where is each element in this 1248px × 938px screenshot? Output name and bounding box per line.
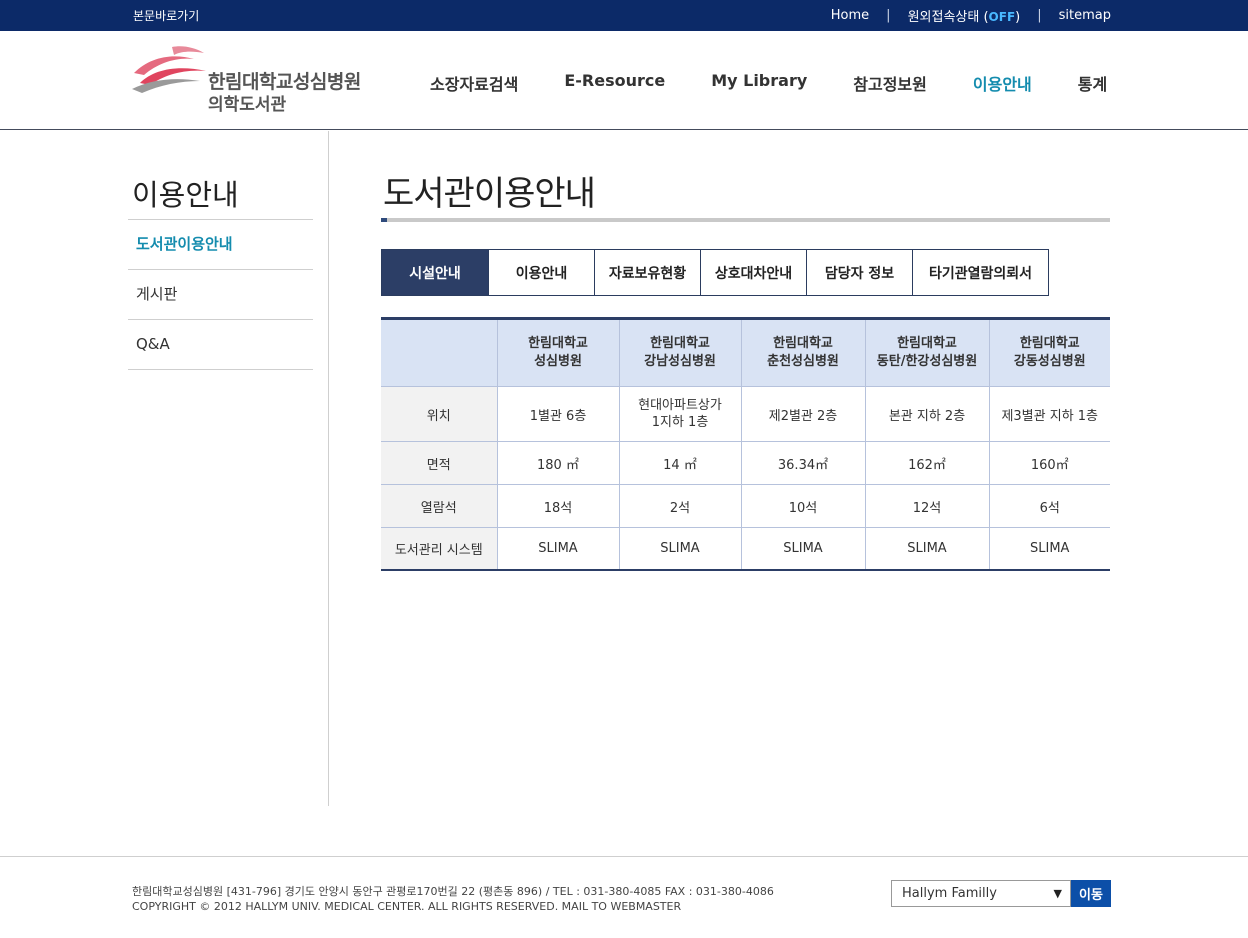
global-nav: 소장자료검색 E-Resource My Library 참고정보원 이용안내 … — [430, 71, 1107, 95]
title-underline — [381, 218, 1110, 222]
table-cell: SLIMA — [619, 527, 742, 570]
table-cell: 제2별관 2층 — [741, 386, 866, 442]
nav-item-usage-guide[interactable]: 이용안내 — [973, 71, 1032, 95]
table-cell: 12석 — [865, 484, 990, 528]
column-header: 한림대학교동탄/한강성심병원 — [865, 318, 990, 387]
sidebar-title: 이용안내 — [132, 178, 239, 212]
table-row: 열람석 18석 2석 10석 12석 6석 — [381, 484, 1110, 528]
page-title: 도서관이용안내 — [383, 174, 596, 214]
header-line: 강남성심병원 — [644, 354, 716, 369]
header-line: 한림대학교 — [773, 336, 833, 351]
remote-access-label: 원외접속상태 — [907, 10, 980, 25]
table-row: 면적 180 ㎡ 14 ㎡ 36.34㎡ 162㎡ 160㎡ — [381, 441, 1110, 485]
table-cell: 6석 — [989, 484, 1110, 528]
table-header-row: 한림대학교성심병원 한림대학교강남성심병원 한림대학교춘천성심병원 한림대학교동… — [381, 318, 1110, 387]
table-cell: SLIMA — [497, 527, 620, 570]
table-row: 도서관리 시스템 SLIMA SLIMA SLIMA SLIMA SLIMA — [381, 527, 1110, 570]
header-line: 한림대학교 — [897, 336, 957, 351]
divider: | — [1037, 8, 1042, 23]
header-line: 동탄/한강성심병원 — [876, 354, 978, 369]
row-label: 면적 — [381, 441, 498, 485]
row-label: 열람석 — [381, 484, 498, 528]
sidebar-menu: 도서관이용안내 게시판 Q&A — [128, 219, 313, 370]
table-cell: 14 ㎡ — [619, 441, 742, 485]
hallym-logo-icon — [132, 46, 206, 93]
table-cell: 160㎡ — [989, 441, 1110, 485]
home-link[interactable]: Home — [831, 8, 869, 23]
tab-interlibrary-loan[interactable]: 상호대차안내 — [701, 249, 807, 296]
table-row: 위치 1별관 6층 현대아파트상가 1지하 1층 제2별관 2층 본관 지하 2… — [381, 386, 1110, 442]
utility-links: Home | 원외접속상태 (OFF) | sitemap — [831, 6, 1111, 25]
nav-item-collection-search[interactable]: 소장자료검색 — [430, 71, 518, 95]
title-underline-accent — [381, 218, 387, 222]
nav-item-statistics[interactable]: 통계 — [1078, 71, 1107, 95]
nav-item-my-library[interactable]: My Library — [711, 71, 807, 95]
footer: 한림대학교성심병원 [431-796] 경기도 안양시 동안구 관평로170번길… — [0, 856, 1248, 938]
sidebar-item-library-guide[interactable]: 도서관이용안내 — [128, 220, 313, 270]
facilities-table: 한림대학교성심병원 한림대학교강남성심병원 한림대학교춘천성심병원 한림대학교동… — [381, 317, 1110, 571]
family-site-select[interactable]: Hallym Familly ▼ — [891, 880, 1071, 907]
column-header: 한림대학교춘천성심병원 — [741, 318, 866, 387]
nav-item-references[interactable]: 참고정보원 — [853, 71, 927, 95]
table-cell: 2석 — [619, 484, 742, 528]
library-logo[interactable]: 한림대학교성심병원 의학도서관 — [132, 43, 382, 115]
logo-library-name: 의학도서관 — [208, 95, 287, 115]
table-cell: SLIMA — [741, 527, 866, 570]
footer-address: 한림대학교성심병원 [431-796] 경기도 안양시 동안구 관평로170번길… — [132, 885, 774, 898]
tab-staff-info[interactable]: 담당자 정보 — [807, 249, 913, 296]
table-cell: 36.34㎡ — [741, 441, 866, 485]
tab-external-access-request[interactable]: 타기관열람의뢰서 — [913, 249, 1049, 296]
table-cell: 10석 — [741, 484, 866, 528]
table-cell: 제3별관 지하 1층 — [989, 386, 1110, 442]
header-line: 춘천성심병원 — [767, 354, 839, 369]
column-header: 한림대학교강남성심병원 — [619, 318, 742, 387]
go-button[interactable]: 이동 — [1071, 880, 1111, 907]
table-cell: 1별관 6층 — [497, 386, 620, 442]
remote-access-status[interactable]: 원외접속상태 (OFF) — [908, 6, 1021, 25]
table-cell: 162㎡ — [865, 441, 990, 485]
nav-item-e-resource[interactable]: E-Resource — [564, 71, 665, 95]
header-line: 한림대학교 — [528, 336, 588, 351]
top-utility-bar: 본문바로가기 Home | 원외접속상태 (OFF) | sitemap — [0, 0, 1248, 31]
column-header: 한림대학교성심병원 — [497, 318, 620, 387]
table-corner-cell — [381, 318, 498, 387]
table-cell: 180 ㎡ — [497, 441, 620, 485]
sidebar-item-qna[interactable]: Q&A — [128, 320, 313, 370]
header: 한림대학교성심병원 의학도서관 소장자료검색 E-Resource My Lib… — [0, 31, 1248, 130]
header-line: 한림대학교 — [650, 336, 710, 351]
sidebar-divider — [328, 131, 329, 806]
header-line: 강동성심병원 — [1013, 354, 1086, 369]
tab-bar: 시설안내 이용안내 자료보유현황 상호대차안내 담당자 정보 타기관열람의뢰서 — [381, 249, 1049, 296]
family-site-selector: Hallym Familly ▼ 이동 — [891, 880, 1111, 907]
row-label: 도서관리 시스템 — [381, 527, 498, 570]
table-cell: 현대아파트상가 1지하 1층 — [619, 386, 742, 442]
footer-info: 한림대학교성심병원 [431-796] 경기도 안양시 동안구 관평로170번길… — [132, 884, 774, 914]
skip-to-content-link[interactable]: 본문바로가기 — [133, 7, 199, 24]
remote-status-value: OFF — [988, 10, 1016, 24]
footer-copyright: COPYRIGHT © 2012 HALLYM UNIV. MEDICAL CE… — [132, 900, 682, 913]
paren-close: ) — [1015, 10, 1021, 25]
row-label: 위치 — [381, 386, 498, 442]
dropdown-arrow-icon: ▼ — [1053, 887, 1062, 900]
table-cell: SLIMA — [865, 527, 990, 570]
header-line: 성심병원 — [534, 354, 582, 369]
header-line: 한림대학교 — [1019, 336, 1080, 351]
tab-facilities[interactable]: 시설안내 — [381, 249, 489, 296]
family-site-selected: Hallym Familly — [902, 886, 997, 901]
table-cell: 본관 지하 2층 — [865, 386, 990, 442]
tab-usage[interactable]: 이용안내 — [489, 249, 595, 296]
sitemap-link[interactable]: sitemap — [1059, 8, 1111, 23]
tab-holdings[interactable]: 자료보유현황 — [595, 249, 701, 296]
table-cell: 18석 — [497, 484, 620, 528]
sidebar-item-board[interactable]: 게시판 — [128, 270, 313, 320]
table-cell: SLIMA — [1030, 540, 1070, 556]
column-header: 한림대학교강동성심병원 — [989, 318, 1110, 387]
divider: | — [886, 8, 891, 23]
